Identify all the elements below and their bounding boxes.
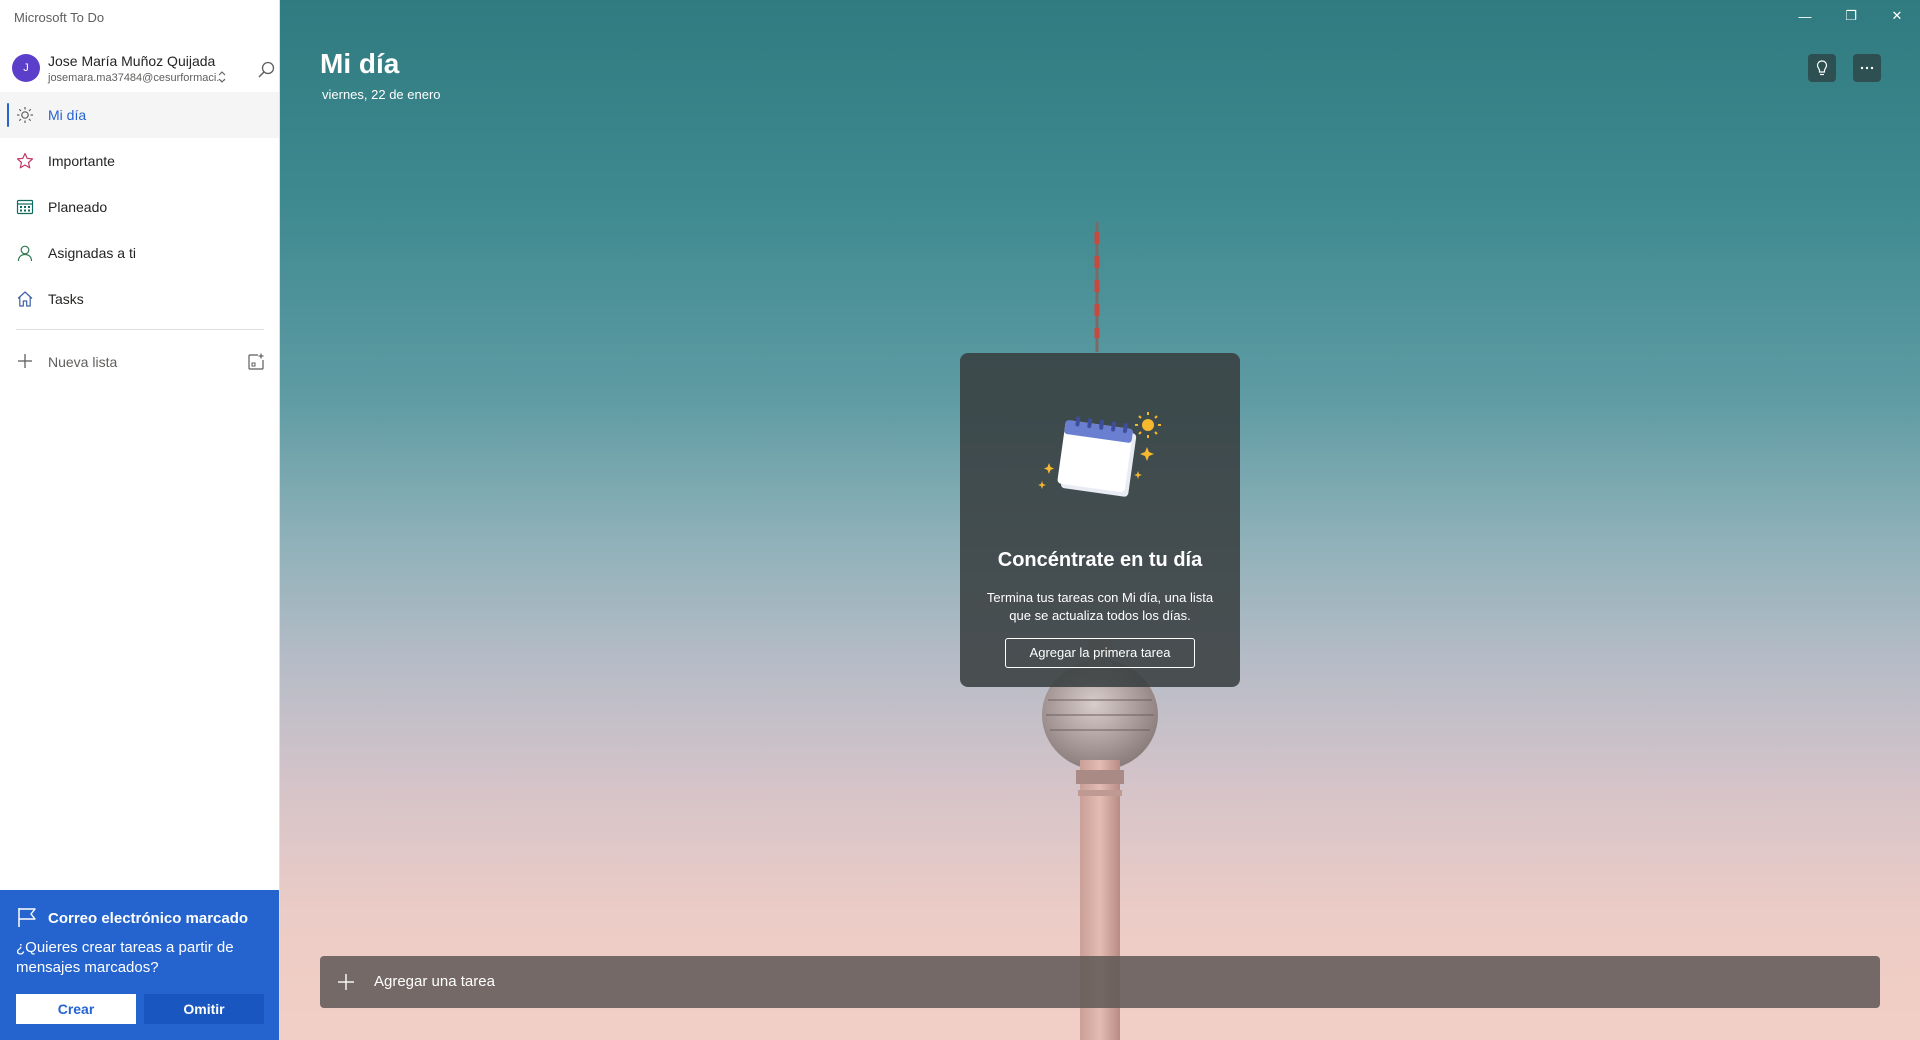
sidebar: Microsoft To Do J Jose María Muñoz Quija…: [0, 0, 280, 1040]
window-controls: — ❐ ✕: [1782, 0, 1920, 32]
add-task-input[interactable]: Agregar una tarea: [320, 956, 1880, 1008]
flag-icon: [18, 908, 36, 927]
sidebar-item-planeado[interactable]: Planeado: [0, 184, 279, 230]
new-list-button[interactable]: Nueva lista: [0, 344, 279, 380]
add-task-placeholder: Agregar una tarea: [374, 973, 495, 990]
plus-icon: [338, 974, 354, 990]
search-icon: [258, 61, 275, 78]
sidebar-divider: [16, 329, 264, 330]
page-title: Mi día: [320, 48, 400, 79]
add-first-task-button[interactable]: Agregar la primera tarea: [1005, 638, 1195, 668]
app-title: Microsoft To Do: [14, 10, 105, 25]
create-button[interactable]: Crear: [16, 994, 136, 1024]
lightbulb-icon: [1816, 60, 1828, 76]
new-group-button[interactable]: [246, 352, 266, 372]
flagged-email-banner: Correo electrónico marcado ¿Quieres crea…: [0, 890, 279, 1040]
sidebar-item-label: Importante: [48, 153, 115, 169]
account-switcher[interactable]: J Jose María Muñoz Quijada josemara.ma37…: [10, 52, 275, 86]
sidebar-item-asignadas[interactable]: Asignadas a ti: [0, 230, 279, 276]
sun-icon: [17, 107, 33, 123]
restore-button[interactable]: ❐: [1828, 0, 1874, 32]
flag-banner-title: Correo electrónico marcado: [48, 910, 249, 927]
account-name: Jose María Muñoz Quijada: [48, 53, 216, 69]
sidebar-item-mi-dia[interactable]: Mi día: [0, 92, 279, 138]
sidebar-item-label: Planeado: [48, 199, 108, 215]
search-button[interactable]: [252, 56, 280, 84]
sidebar-item-importante[interactable]: Importante: [0, 138, 279, 184]
home-icon: [17, 291, 33, 307]
sidebar-item-label: Mi día: [48, 107, 87, 123]
sidebar-item-tasks[interactable]: Tasks: [0, 276, 279, 322]
avatar: J: [12, 54, 40, 82]
page-date: viernes, 22 de enero: [322, 87, 441, 102]
sidebar-nav: Mi día Importante Planeado Asignadas a t…: [0, 92, 279, 322]
new-group-icon: [248, 353, 264, 370]
person-icon: [17, 245, 33, 262]
empty-state-card: Concéntrate en tu día Termina tus tareas…: [960, 353, 1240, 687]
calendar-illustration-icon: [1038, 412, 1161, 497]
main-content: — ❐ ✕ Mi día viernes, 22 de enero Concén…: [280, 0, 1920, 1040]
more-icon: [1860, 66, 1874, 70]
more-options-button[interactable]: [1853, 54, 1881, 82]
minimize-button[interactable]: —: [1782, 0, 1828, 32]
close-button[interactable]: ✕: [1874, 0, 1920, 32]
chevron-updown-icon: [218, 71, 226, 86]
empty-state-title: Concéntrate en tu día: [997, 549, 1203, 571]
plus-icon: [18, 354, 32, 368]
account-email: josemara.ma37484@cesurformaci...: [48, 72, 226, 84]
star-icon: [16, 152, 34, 169]
calendar-icon: [16, 199, 34, 215]
empty-state-body: Termina tus tareas con Mi día, una lista…: [986, 590, 1214, 623]
suggestions-button[interactable]: [1808, 54, 1836, 82]
sidebar-item-label: Asignadas a ti: [48, 245, 136, 261]
sidebar-item-label: Tasks: [48, 291, 84, 307]
flag-banner-body: ¿Quieres crear tareas a partir de mensaj…: [16, 939, 234, 976]
skip-button[interactable]: Omitir: [144, 994, 264, 1024]
new-list-label: Nueva lista: [48, 354, 118, 370]
